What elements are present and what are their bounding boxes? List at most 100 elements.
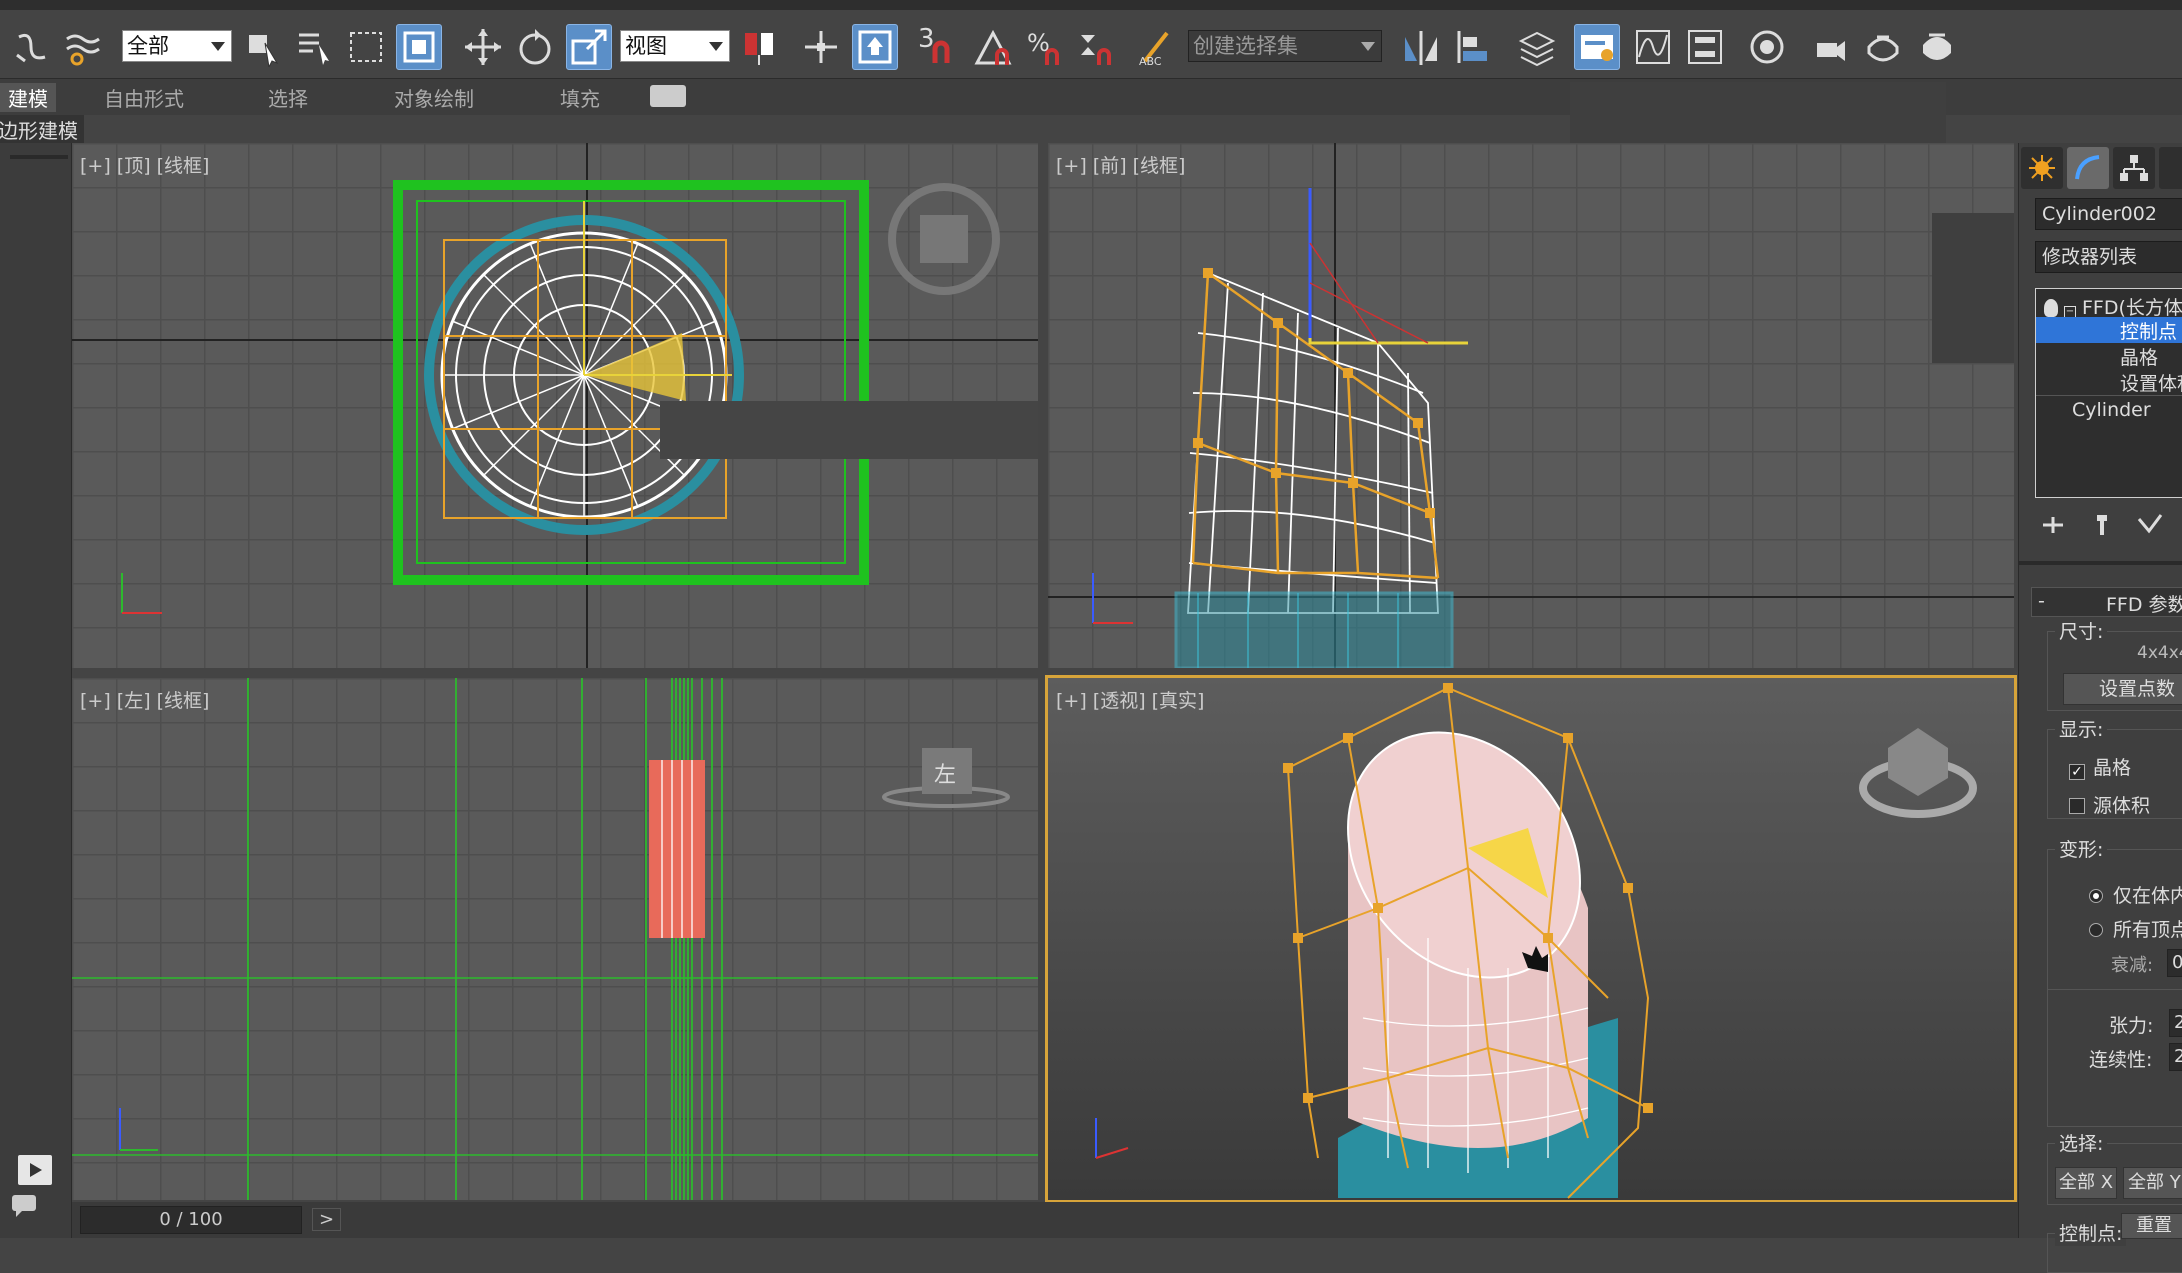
modifier-stack-control-points[interactable]: 控制点 [2036,317,2182,343]
select-by-name-icon[interactable] [292,24,338,70]
modifier-stack: −FFD(长方体) 控制点 晶格 设置体积 Cylinder [2035,288,2182,498]
time-slider-bar: < > [72,1202,2018,1238]
tension-label: 张力: [2109,1015,2154,1037]
divider [2036,395,2182,396]
menu-bar[interactable] [0,0,2182,10]
render-setup-icon[interactable] [1808,24,1854,70]
keyboard-shortcut-override-icon[interactable] [852,24,898,70]
all-vertices-radio[interactable]: 所有顶点 [2089,915,2182,942]
command-panel: Cylinder002 修改器列表 −FFD(长方体) 控制点 晶格 设置体积 … [2018,143,2182,1273]
percent-snap-icon[interactable]: % [1022,24,1068,70]
ribbon-options-dropdown[interactable] [650,85,686,107]
motion-tab-icon[interactable] [2159,147,2182,189]
set-number-of-points-button[interactable]: 设置点数 [2063,673,2182,705]
move-icon[interactable] [460,24,506,70]
rectangular-selection-icon[interactable] [344,24,390,70]
tab-selection[interactable]: 选择 [268,83,308,112]
spinner-snap-icon[interactable] [1074,24,1120,70]
source-volume-checkbox[interactable]: 源体积 [2069,791,2150,818]
tab-populate[interactable]: 填充 [560,83,600,112]
tension-spinner[interactable]: 25 [2169,1009,2182,1037]
only-in-volume-radio[interactable]: 仅在体内 [2089,881,2182,908]
schematic-view-icon[interactable] [1682,24,1728,70]
lightbulb-icon[interactable] [2044,299,2058,317]
modifier-stack-set-volume[interactable]: 设置体积 [2120,369,2182,396]
link-icon[interactable] [8,24,54,70]
continuity-label: 连续性: [2089,1049,2153,1071]
control-points-label: 控制点: [2055,1219,2127,1246]
lattice-checkbox[interactable]: ✓ 晶格 [2069,753,2131,780]
create-tab-icon[interactable] [2021,147,2063,189]
pivot-center-icon[interactable] [736,24,782,70]
select-object-icon[interactable] [240,24,286,70]
reset-button[interactable]: 重置 [2121,1213,2182,1239]
modifier-stack-cylinder[interactable]: Cylinder [2072,399,2151,421]
edit-named-selection-icon[interactable]: ABC [1134,24,1180,70]
layer-manager-icon[interactable] [1514,24,1560,70]
left-view-geometry: 左 [72,678,1038,1200]
next-frame-arrow[interactable]: > [312,1208,342,1231]
tab-freeform[interactable]: 自由形式 [104,83,184,112]
dimensions-label: 尺寸: [2055,617,2108,644]
selection-filter-dropdown[interactable]: 全部 [122,30,232,62]
divider [2047,989,2182,990]
align-icon[interactable] [1450,24,1496,70]
hierarchy-tab-icon[interactable] [2113,147,2155,189]
ffd-parameters-rollout[interactable]: - FFD 参数 [2031,587,2182,617]
mirror-icon[interactable] [1398,24,1444,70]
scene-explorer-icon[interactable] [1574,24,1620,70]
falloff-label: 衰减: [2111,955,2154,976]
chat-icon[interactable] [10,1193,40,1219]
window-crossing-icon[interactable] [396,24,442,70]
scale-icon[interactable] [566,24,612,70]
deform-label: 变形: [2055,835,2108,862]
modifier-stack-ffd[interactable]: − FFD(长方体) [2044,293,2182,320]
viewcube-face-label: 左 [934,763,956,788]
left-side-strip [0,143,72,1238]
divider [10,155,68,159]
modifier-list-dropdown[interactable]: 修改器列表 [2035,241,2182,273]
viewport-left[interactable]: [+] [左] [线框] 左 [72,678,1038,1200]
falloff-spinner[interactable]: 0 [2167,949,2182,977]
perspective-geometry [1095,683,1977,1199]
modify-tab-icon[interactable] [2067,147,2109,189]
rollout-title: FFD 参数 [2106,594,2182,616]
play-icon[interactable] [18,1155,52,1185]
object-name-field[interactable]: Cylinder002 [2035,198,2182,230]
select-all-x-button[interactable]: 全部 X [2055,1167,2117,1199]
divider [2019,561,2182,565]
display-label: 显示: [2055,715,2108,742]
curve-editor-icon[interactable] [1630,24,1676,70]
dimensions-value: 4x4x4 [2137,643,2182,663]
bind-space-warp-icon[interactable] [60,24,106,70]
pin-stack-icon[interactable] [2039,511,2069,539]
top-view-geometry [72,143,1038,668]
select-manipulate-icon[interactable] [798,24,844,70]
viewport-perspective[interactable]: [+] [透视] [真实] [1045,675,2017,1203]
reference-coordinate-dropdown[interactable]: 视图 [620,30,730,62]
tab-object-paint[interactable]: 对象绘制 [394,83,474,112]
selection-label: 选择: [2055,1129,2108,1156]
snap-3d-icon[interactable]: 3 [914,24,960,70]
polygon-modeling-panel[interactable]: 多边形建模 [0,115,84,144]
svg-text:ABC: ABC [1139,55,1162,67]
modifier-stack-lattice[interactable]: 晶格 [2120,343,2158,370]
rendered-frame-window-icon[interactable] [1860,24,1906,70]
checkbox-unchecked[interactable] [2069,798,2085,814]
viewport-top[interactable]: [+] [顶] [线框] [72,143,1038,668]
time-slider[interactable]: 0 / 100 [80,1206,302,1234]
make-unique-icon[interactable] [2135,511,2165,539]
front-view-geometry [1048,143,2014,668]
show-end-result-icon[interactable] [2087,511,2117,539]
checkbox-checked[interactable]: ✓ [2069,764,2085,780]
rotate-icon[interactable] [512,24,558,70]
render-production-icon[interactable] [1914,24,1960,70]
main-toolbar: 全部 视图 3 % ABC 创建选择集 [0,10,2182,79]
material-editor-icon[interactable] [1744,24,1790,70]
tab-modeling[interactable]: 建模 [0,83,56,112]
angle-snap-icon[interactable] [970,24,1016,70]
select-all-y-button[interactable]: 全部 Y [2123,1167,2182,1199]
viewport-front[interactable]: [+] [前] [线框] [1048,143,2014,668]
named-selection-set-dropdown[interactable]: 创建选择集 [1188,30,1382,62]
continuity-spinner[interactable]: 25 [2169,1043,2182,1071]
